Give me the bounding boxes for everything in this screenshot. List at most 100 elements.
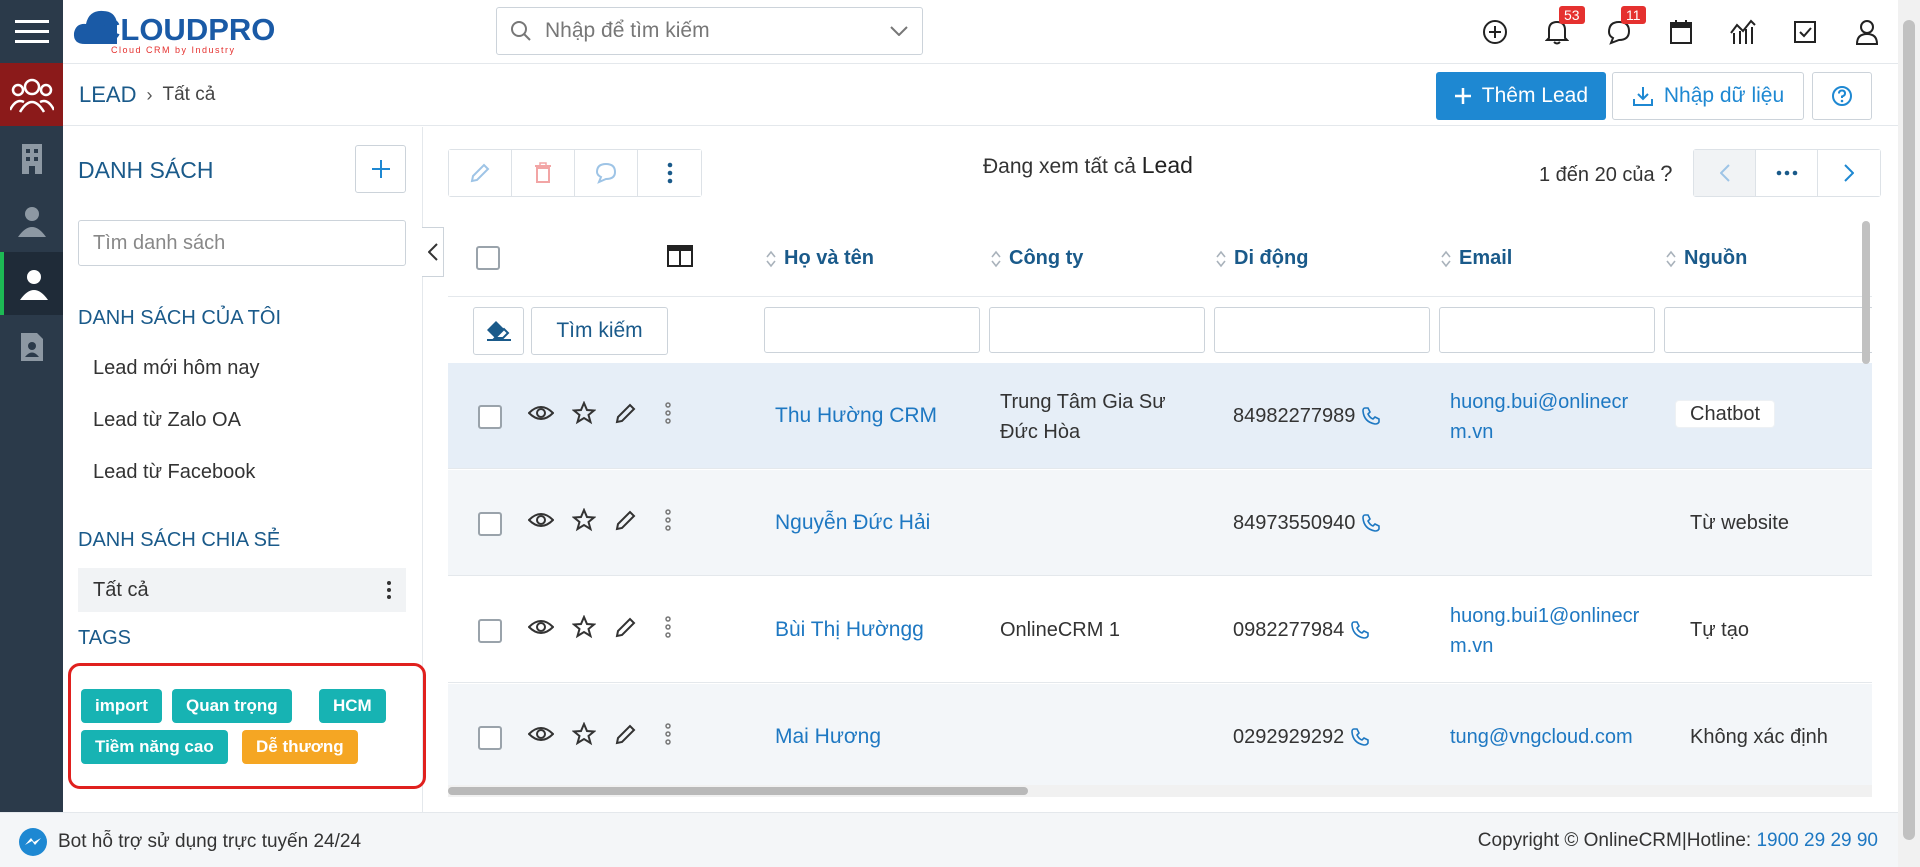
email-link[interactable]: tung@vngcloud.com [1450,722,1680,752]
add-list-button[interactable] [355,145,406,193]
eye-icon[interactable] [528,618,554,636]
hotline-link[interactable]: 1900 29 29 90 [1756,830,1878,851]
column-header-name[interactable]: Họ và tên [766,247,874,270]
email-link[interactable]: huong.bui1@onlinecrm.vn [1450,601,1650,661]
list-search-input[interactable] [78,220,406,266]
bulk-comment-button[interactable] [575,150,638,196]
quick-create-button[interactable] [1464,0,1526,63]
column-header-company[interactable]: Công ty [991,247,1083,270]
lead-name-link[interactable]: Bùi Thị Hườngg [775,615,924,645]
tag-chip[interactable]: import [81,689,162,723]
list-item[interactable]: Lead từ Zalo OA [93,409,241,432]
list-item-shared-all[interactable]: Tất cả [78,568,406,612]
filter-source-input[interactable] [1664,307,1872,353]
bulk-delete-button[interactable] [512,150,575,196]
tag-chip[interactable]: HCM [319,689,386,723]
filter-company-input[interactable] [989,307,1205,353]
more-actions-button[interactable] [638,150,701,196]
select-all-checkbox[interactable] [476,246,500,270]
help-button[interactable] [1812,72,1872,120]
rail-item-leads[interactable] [0,252,63,315]
row-checkbox[interactable] [478,619,502,643]
menu-button[interactable] [0,0,63,63]
chevron-down-icon[interactable] [876,26,922,36]
calendar-button[interactable] [1650,0,1712,63]
next-page-button[interactable] [1818,150,1880,196]
filter-name-input[interactable] [764,307,980,353]
kebab-menu-icon[interactable] [656,508,680,532]
filter-mobile-input[interactable] [1214,307,1430,353]
phone-icon[interactable] [1361,513,1381,533]
lead-name-link[interactable]: Mai Hương [775,722,881,752]
tag-chip[interactable]: Tiềm năng cao [81,730,228,764]
email-link[interactable]: huong.bui@onlinecrm.vn [1450,387,1650,447]
kebab-menu-icon[interactable] [656,722,680,746]
page-scrollbar[interactable] [1898,0,1920,867]
prev-page-button[interactable] [1694,150,1756,196]
notifications-badge: 53 [1559,6,1585,24]
star-icon[interactable] [572,508,596,532]
table-vertical-scrollbar[interactable] [1860,219,1872,785]
reports-button[interactable] [1712,0,1774,63]
eye-icon[interactable] [528,404,554,422]
lead-name-link[interactable]: Thu Hường CRM [775,401,937,431]
lead-name-link[interactable]: Nguyễn Đức Hải [775,508,930,538]
tag-chip[interactable]: Dễ thương [242,730,358,764]
list-item[interactable]: Lead từ Facebook [93,461,255,484]
pencil-icon[interactable] [614,508,638,532]
plus-icon [1454,88,1471,104]
add-lead-button[interactable]: Thêm Lead [1435,72,1606,120]
column-picker-button[interactable] [667,245,693,272]
pencil-icon[interactable] [614,401,638,425]
phone-icon[interactable] [1361,406,1381,426]
filter-email-input[interactable] [1439,307,1655,353]
kebab-menu-icon[interactable] [386,580,392,606]
list-item[interactable]: Lead mới hôm nay [93,357,260,380]
user-icon [1855,19,1879,45]
search-input[interactable] [545,19,876,43]
phone-icon[interactable] [1350,727,1370,747]
breadcrumb-bar: LEAD › Tất cả Thêm Lead Nhập dữ liệu [63,63,1898,126]
star-icon[interactable] [572,722,596,746]
eye-icon[interactable] [528,511,554,529]
bulk-edit-button[interactable] [449,150,512,196]
column-header-email[interactable]: Email [1441,247,1512,270]
search-filter-button[interactable]: Tìm kiếm [531,307,668,355]
column-header-mobile[interactable]: Di động [1216,247,1308,270]
user-profile-button[interactable] [1836,0,1898,63]
eye-icon[interactable] [528,725,554,743]
star-icon[interactable] [572,615,596,639]
breadcrumb-module[interactable]: LEAD [79,82,136,108]
cloudpro-logo[interactable]: CLOUDPRO Cloud CRM by Industry [71,4,301,56]
notifications-button[interactable]: 53 [1526,0,1588,63]
rail-item-documents[interactable] [0,315,63,378]
table-horizontal-scrollbar[interactable] [448,785,1872,797]
phone-icon[interactable] [1350,620,1370,640]
star-icon[interactable] [572,401,596,425]
clear-filters-button[interactable] [473,307,524,355]
kebab-menu-icon[interactable] [656,615,680,639]
import-data-button[interactable]: Nhập dữ liệu [1612,72,1804,120]
page-jump-button[interactable] [1756,150,1818,196]
kebab-menu-icon[interactable] [656,401,680,425]
rail-item-contacts[interactable] [0,189,63,252]
row-checkbox[interactable] [478,512,502,536]
table-row[interactable]: Thu Hường CRM Trung Tâm Gia Sư Đức Hòa 8… [448,363,1872,469]
collapse-sidebar-button[interactable] [422,227,444,277]
tag-chip[interactable]: Quan trọng [172,689,292,723]
total-count-unknown[interactable]: ? [1660,161,1672,186]
rail-item-organizations[interactable] [0,126,63,189]
pencil-icon[interactable] [614,722,638,746]
rail-item-customers[interactable] [0,63,63,126]
table-row[interactable]: Bùi Thị Hườngg OnlineCRM 1 0982277984 hu… [448,577,1872,683]
row-checkbox[interactable] [478,405,502,429]
table-row[interactable]: Mai Hương 0292929292 tung@vngcloud.com K… [448,684,1872,786]
pencil-icon[interactable] [614,615,638,639]
support-bot-link[interactable]: Bot hỗ trợ sử dụng trực tuyến 24/24 [18,827,361,857]
table-row[interactable]: Nguyễn Đức Hải 84973550940 Từ website [448,470,1872,576]
global-search[interactable] [496,7,923,55]
tasks-button[interactable] [1774,0,1836,63]
messages-button[interactable]: 11 [1588,0,1650,63]
column-header-source[interactable]: Nguồn [1666,247,1747,270]
row-checkbox[interactable] [478,726,502,750]
